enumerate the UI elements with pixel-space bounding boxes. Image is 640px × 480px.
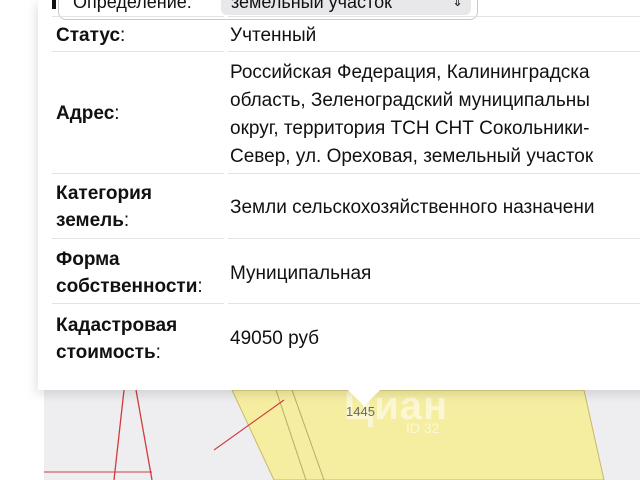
land-category-label: Категория земель:	[56, 183, 152, 231]
definition-label: Определение:	[73, 0, 192, 12]
ownership-form-value: Муниципальная	[230, 263, 372, 284]
row-divider	[52, 238, 224, 239]
address-value: Российская Федерация, Калининградска обл…	[230, 62, 594, 167]
plot-number-label: 1445	[346, 404, 375, 419]
map-watermark-id: ID 32	[406, 420, 440, 436]
definition-select-row: Определение: земельный участок ⇕	[58, 0, 478, 20]
cadastral-value-label: Кадастровая стоимость:	[56, 315, 178, 363]
land-category-value: Земли сельскохозяйственного назначени	[230, 197, 595, 218]
cadastral-value-value: 49050 руб	[230, 328, 320, 349]
row-divider	[228, 16, 640, 17]
row-divider	[52, 51, 224, 52]
chevron-updown-icon: ⇕	[452, 0, 463, 9]
row-divider	[228, 51, 640, 52]
ownership-form-label: Форма собственности:	[56, 249, 203, 297]
row-divider	[228, 173, 640, 174]
address-label: Адрес:	[56, 103, 120, 124]
popup-pointer	[342, 384, 386, 406]
row-marker	[52, 0, 56, 9]
row-divider	[52, 16, 224, 17]
status-label: Статус:	[56, 25, 126, 46]
row-divider	[228, 238, 640, 239]
status-value: Учтенный	[230, 25, 317, 46]
row-divider	[228, 303, 640, 304]
row-divider	[52, 303, 224, 304]
row-divider	[52, 173, 224, 174]
definition-select[interactable]: земельный участок ⇕	[221, 0, 471, 15]
definition-select-value: земельный участок	[231, 0, 392, 12]
screen: Циан ID 32 1445 Определение: земельный у…	[0, 0, 640, 480]
